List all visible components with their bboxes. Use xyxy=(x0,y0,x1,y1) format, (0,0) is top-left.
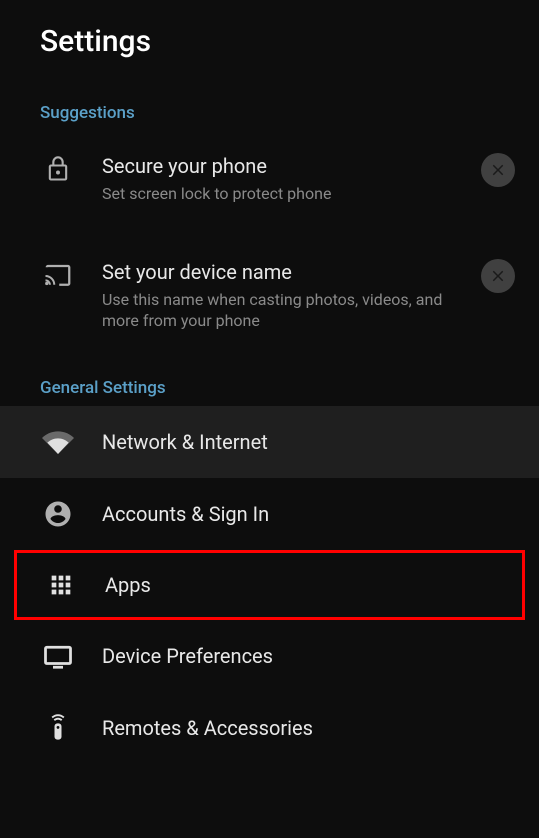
suggestion-text: Set your device name Use this name when … xyxy=(102,259,469,332)
menu-item-title: Apps xyxy=(105,572,512,598)
section-header-suggestions: Suggestions xyxy=(0,79,539,131)
menu-item-text: Network & Internet xyxy=(102,429,515,455)
header: Settings xyxy=(0,0,539,79)
menu-item-remotes[interactable]: Remotes & Accessories xyxy=(0,692,539,764)
menu-item-title: Accounts & Sign In xyxy=(102,501,515,527)
menu-item-text: Device Preferences xyxy=(102,643,515,669)
suggestion-subtitle: Use this name when casting photos, video… xyxy=(102,289,469,332)
menu-item-text: Remotes & Accessories xyxy=(102,715,515,741)
menu-item-title: Device Preferences xyxy=(102,643,515,669)
suggestion-text: Secure your phone Set screen lock to pro… xyxy=(102,153,469,205)
lock-icon xyxy=(40,155,76,183)
menu-item-device-prefs[interactable]: Device Preferences xyxy=(0,620,539,692)
dismiss-button[interactable] xyxy=(481,259,515,293)
menu-item-text: Apps xyxy=(105,572,512,598)
menu-item-apps[interactable]: Apps xyxy=(17,553,522,617)
menu-item-network[interactable]: Network & Internet xyxy=(0,406,539,478)
section-header-general: General Settings xyxy=(0,354,539,406)
cast-icon xyxy=(40,261,76,291)
menu-item-text: Accounts & Sign In xyxy=(102,501,515,527)
close-icon xyxy=(489,161,507,179)
tv-icon xyxy=(40,641,76,671)
account-icon xyxy=(40,499,76,529)
suggestion-secure-phone[interactable]: Secure your phone Set screen lock to pro… xyxy=(0,131,539,227)
menu-item-title: Network & Internet xyxy=(102,429,515,455)
dismiss-button[interactable] xyxy=(481,153,515,187)
menu-item-title: Remotes & Accessories xyxy=(102,715,515,741)
highlight-annotation: Apps xyxy=(14,550,525,620)
suggestion-device-name[interactable]: Set your device name Use this name when … xyxy=(0,237,539,354)
suggestion-title: Set your device name xyxy=(102,259,469,285)
suggestion-title: Secure your phone xyxy=(102,153,469,179)
wifi-icon xyxy=(40,426,76,458)
page-title: Settings xyxy=(40,24,499,59)
close-icon xyxy=(489,267,507,285)
remote-icon xyxy=(40,714,76,742)
suggestion-subtitle: Set screen lock to protect phone xyxy=(102,183,469,205)
menu-item-accounts[interactable]: Accounts & Sign In xyxy=(0,478,539,550)
apps-icon xyxy=(43,571,79,599)
